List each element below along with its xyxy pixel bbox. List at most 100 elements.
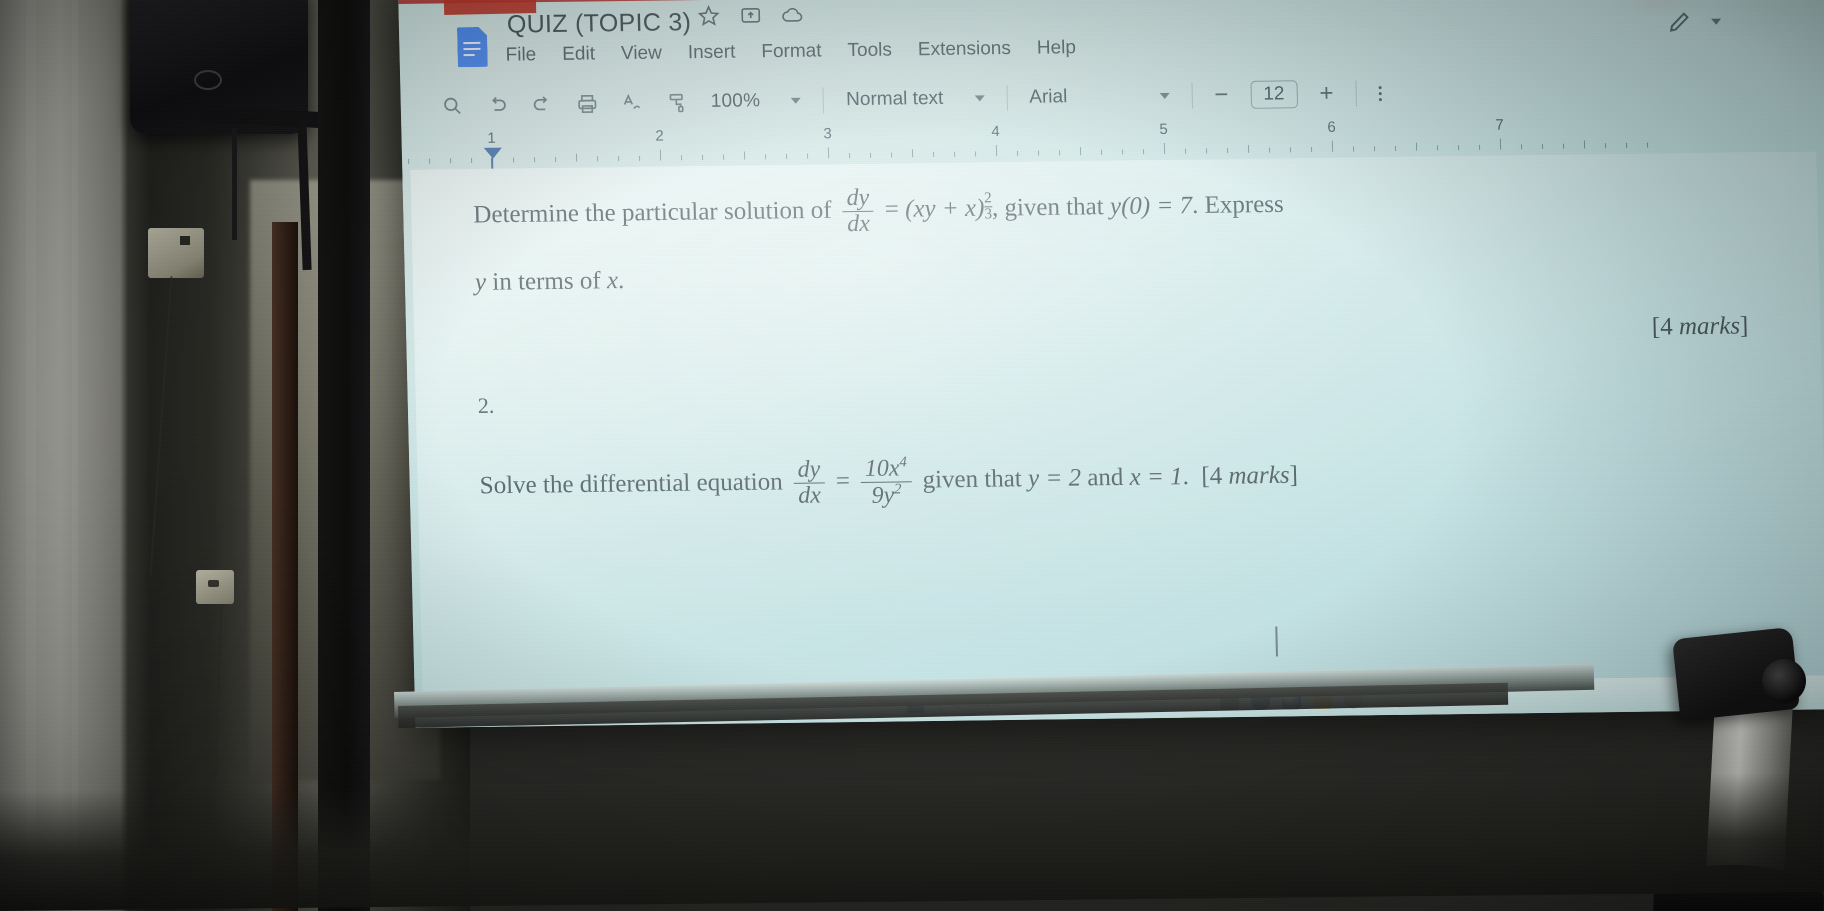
chevron-down-icon[interactable]	[1711, 18, 1722, 25]
ruler-number: 1	[487, 129, 496, 147]
q2-rhs-numerator: 10x4	[861, 454, 912, 483]
redo-icon[interactable]	[531, 92, 555, 115]
ruler-number: 4	[991, 123, 1000, 141]
ruler-tick	[1331, 140, 1334, 152]
chevron-down-icon[interactable]	[1159, 92, 1170, 100]
ruler-tick	[618, 156, 620, 162]
ruler-number: 3	[823, 125, 832, 143]
ruler-tick	[575, 153, 578, 162]
wall-seam	[26, 0, 36, 911]
menu-item-file[interactable]: File	[505, 44, 536, 66]
print-icon[interactable]	[576, 92, 600, 115]
cloud-saved-icon[interactable]	[780, 3, 805, 27]
google-docs-logo[interactable]	[457, 27, 488, 67]
ruler-tick	[513, 157, 515, 163]
ruler-number: 5	[1159, 120, 1168, 139]
star-icon[interactable]	[696, 4, 721, 28]
document-body[interactable]: Determine the particular solution of dy …	[473, 174, 1771, 657]
browser-window-chrome	[443, 0, 537, 16]
menu-item-edit[interactable]: Edit	[562, 43, 595, 65]
ruler-tick	[1373, 146, 1376, 152]
ruler-tick	[1017, 150, 1019, 156]
spelling-check-icon[interactable]	[621, 91, 645, 114]
wall-seam	[72, 0, 78, 911]
q1-in-terms-of: in terms of	[492, 267, 601, 297]
ruler-tick	[1185, 148, 1187, 154]
zoom-level[interactable]: 100%	[711, 90, 761, 113]
q1-dx: dx	[842, 210, 875, 238]
ruler-tick	[1247, 144, 1250, 153]
menu-item-extensions[interactable]: Extensions	[918, 38, 1011, 61]
electrical-outlet	[196, 570, 234, 604]
q2-lead-text: Solve the differential equation	[479, 468, 783, 500]
q1-mid-text: , given that	[991, 193, 1104, 222]
document-page[interactable]: Determine the particular solution of dy …	[410, 151, 1824, 710]
q2-marks-close: ]	[1289, 461, 1299, 489]
ruler-tick	[1604, 143, 1607, 149]
ruler-tick	[429, 158, 431, 164]
dark-pillar	[318, 0, 370, 911]
q1-exp-num: 2	[983, 189, 992, 207]
ruler-tick	[933, 151, 935, 158]
question-2-number: 2.	[477, 392, 495, 419]
move-to-folder-icon[interactable]	[738, 3, 763, 27]
q2-and: and	[1086, 464, 1124, 492]
ceiling-light-glare	[1614, 0, 1704, 16]
ruler-tick	[450, 158, 452, 164]
font-size-input[interactable]: 12	[1250, 80, 1298, 109]
font-family-select[interactable]: Arial	[1029, 86, 1068, 108]
ruler-tick	[1478, 144, 1481, 150]
chevron-down-icon[interactable]	[974, 95, 985, 102]
undo-icon[interactable]	[486, 93, 510, 116]
ruler-tick	[1059, 150, 1061, 156]
ruler-tick	[659, 149, 662, 161]
paint-format-icon[interactable]	[666, 91, 690, 114]
ruler-tick	[1269, 147, 1271, 153]
ruler-tick	[1583, 140, 1586, 149]
q2-dx: dx	[793, 482, 826, 510]
menu-item-tools[interactable]: Tools	[847, 40, 892, 63]
ruler-tick	[1499, 138, 1502, 150]
q2-rhs-denominator: 9y2	[861, 481, 912, 510]
q1-dy: dy	[846, 184, 870, 212]
q2-marks-word: marks	[1228, 461, 1290, 490]
ruler-tick	[807, 153, 809, 159]
ruler-tick	[1206, 148, 1208, 154]
ruler-tick	[1415, 142, 1418, 151]
toolbar-divider	[822, 87, 825, 114]
ruler-tick	[471, 158, 473, 164]
menu-item-help[interactable]: Help	[1037, 37, 1077, 60]
decrease-font-size-button[interactable]: −	[1214, 81, 1229, 108]
ruler-tick	[1394, 145, 1397, 151]
ruler-tick	[765, 154, 767, 160]
ruler-tick	[408, 158, 410, 164]
q2-num-base: 10x	[864, 455, 900, 483]
more-options-icon[interactable]	[1378, 85, 1382, 101]
paragraph-style-select[interactable]: Normal text	[846, 88, 944, 111]
menu-item-format[interactable]: Format	[761, 40, 822, 63]
text-cursor	[1275, 626, 1278, 657]
q1-condition: y(0) = 7	[1109, 192, 1193, 221]
q2-den-base: 9y	[871, 482, 895, 510]
first-line-indent-marker[interactable]	[491, 157, 494, 169]
ruler-tick	[1122, 149, 1124, 155]
q1-variable-x: x	[606, 267, 619, 295]
ruler-tick	[911, 149, 914, 158]
menu-item-view[interactable]: View	[621, 43, 662, 66]
q2-condition-1: y = 2	[1027, 464, 1082, 493]
q2-equals: =	[835, 467, 851, 495]
ruler-tick	[723, 154, 725, 160]
ruler-number: 6	[1327, 118, 1336, 136]
ruler-tick	[1079, 147, 1082, 156]
increase-font-size-button[interactable]: +	[1319, 80, 1334, 107]
menu-item-insert[interactable]: Insert	[688, 42, 736, 65]
toolbar-divider	[1191, 82, 1193, 109]
q2-condition-2: x = 1	[1129, 463, 1183, 491]
ruler-tick	[1311, 147, 1313, 153]
toolbar-divider	[1355, 80, 1357, 107]
ruler-tick	[1352, 146, 1355, 152]
door-frame	[272, 222, 298, 911]
search-icon[interactable]	[441, 94, 465, 117]
q1-marks-word: marks	[1678, 312, 1741, 341]
chevron-down-icon[interactable]	[791, 97, 802, 104]
